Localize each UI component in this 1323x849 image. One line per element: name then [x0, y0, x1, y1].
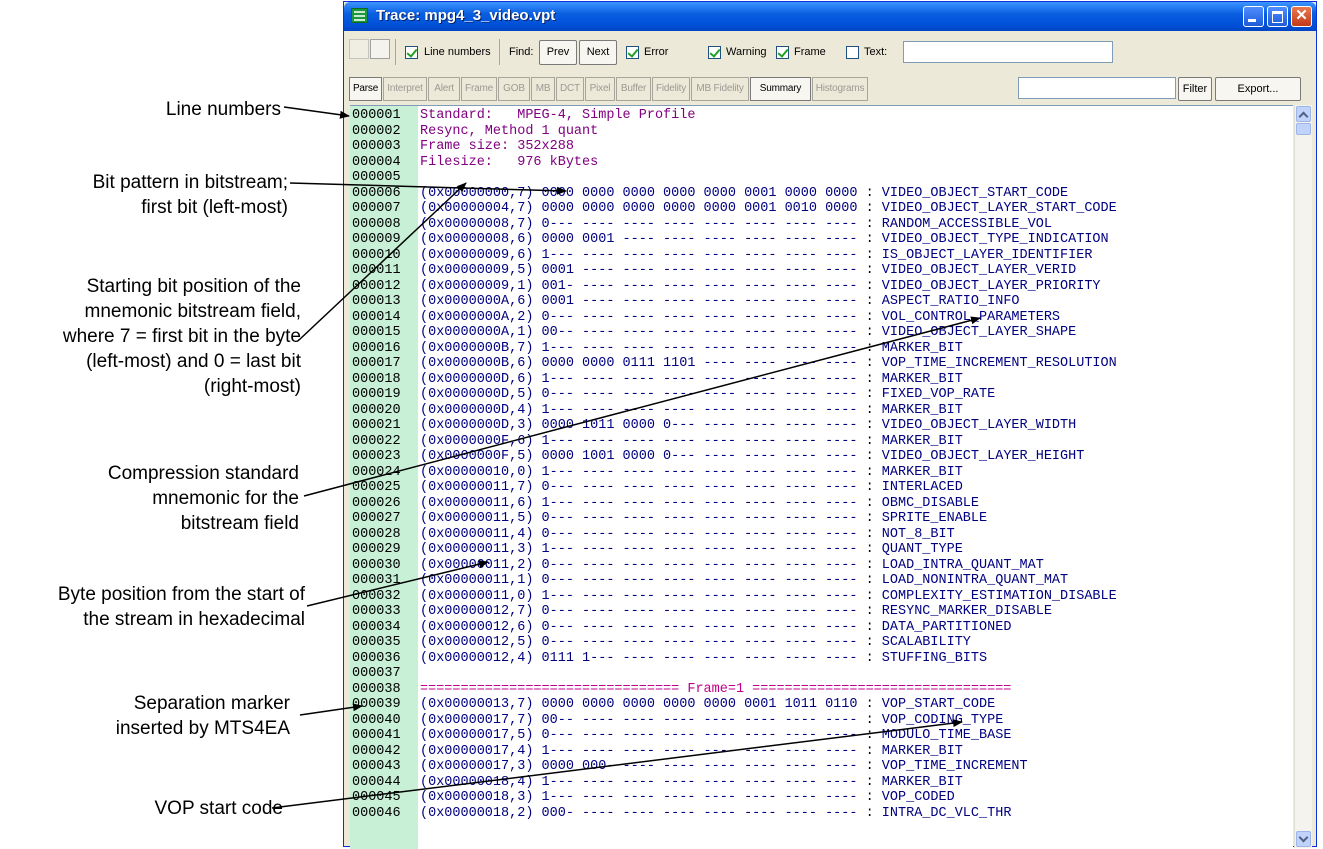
arrow-line-numbers: [283, 106, 350, 119]
annotation-arrows: [271, 106, 981, 809]
arrow-separation: [299, 703, 363, 716]
arrow-vop-start: [271, 719, 963, 809]
arrow-bit-pattern: [289, 182, 567, 195]
arrow-start-bit: [298, 182, 467, 341]
arrow-compression: [303, 316, 981, 497]
arrow-byte-position: [306, 560, 489, 607]
